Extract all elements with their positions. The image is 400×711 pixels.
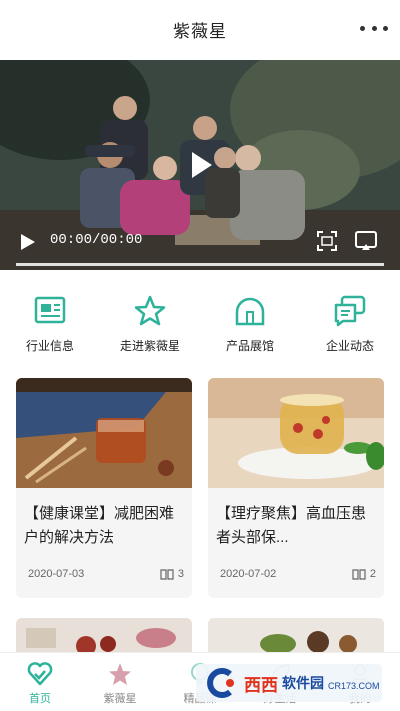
dome-icon — [235, 297, 265, 326]
article-date: 2020-07-03 — [28, 568, 85, 580]
newspaper-icon — [34, 296, 66, 324]
nav-item-about[interactable]: 走进紫薇星 — [100, 290, 200, 362]
book-icon — [352, 569, 366, 580]
category-grid: 行业信息 走进紫薇星 产品展馆 企业动态 — [0, 290, 400, 362]
nav-item-industry-news[interactable]: 行业信息 — [0, 290, 100, 362]
article-view-count: 2 — [369, 568, 376, 580]
tab-home[interactable]: 首页 — [0, 653, 80, 711]
tab-label: 首页 — [29, 693, 51, 705]
article-title: 【理疗聚焦】高血压患者头部保... — [216, 505, 367, 546]
star-icon — [109, 663, 131, 685]
play-center-icon[interactable] — [190, 150, 214, 180]
tab-label: 紫薇星 — [103, 693, 137, 705]
video-progress-bar[interactable] — [16, 263, 384, 266]
star-icon — [134, 295, 166, 326]
article-card[interactable]: 【健康课堂】减肥困难户的解决方法 2020-07-03 3 — [16, 378, 192, 598]
tab-ziweixing[interactable]: 紫薇星 — [80, 653, 160, 711]
nav-item-label: 产品展馆 — [225, 339, 274, 353]
watermark: 西西 软件园 CR173.COM — [196, 664, 382, 702]
article-card[interactable]: 【理疗聚焦】高血压患者头部保... 2020-07-02 2 — [208, 378, 384, 598]
play-icon[interactable] — [20, 233, 36, 251]
nav-item-label: 走进紫薇星 — [119, 339, 180, 353]
app-header: 紫薇星 — [0, 0, 400, 58]
nav-item-label: 企业动态 — [325, 339, 374, 353]
book-icon — [160, 569, 174, 580]
article-title: 【健康课堂】减肥困难户的解决方法 — [24, 505, 175, 546]
watermark-brand: 西西 — [244, 675, 278, 695]
heart-check-icon — [27, 662, 53, 686]
article-view-count: 3 — [177, 568, 184, 580]
watermark-brand2: 软件园 — [282, 675, 324, 691]
article-date: 2020-07-02 — [220, 568, 277, 580]
page-title: 紫薇星 — [173, 21, 227, 41]
fullscreen-icon[interactable] — [316, 230, 338, 252]
article-thumbnail — [208, 378, 384, 488]
video-time: 00:00/00:00 — [50, 232, 143, 248]
chat-icon — [334, 295, 366, 327]
watermark-site: CR173.COM — [328, 681, 380, 691]
nav-item-label: 行业信息 — [25, 339, 74, 353]
more-dots-icon[interactable] — [360, 18, 388, 38]
article-thumbnail — [16, 378, 192, 488]
nav-item-company-news[interactable]: 企业动态 — [300, 290, 400, 362]
video-player[interactable]: 00:00/00:00 — [0, 60, 400, 270]
watermark-logo-icon — [207, 668, 234, 698]
cast-icon[interactable] — [354, 230, 378, 252]
nav-item-products[interactable]: 产品展馆 — [200, 290, 300, 362]
